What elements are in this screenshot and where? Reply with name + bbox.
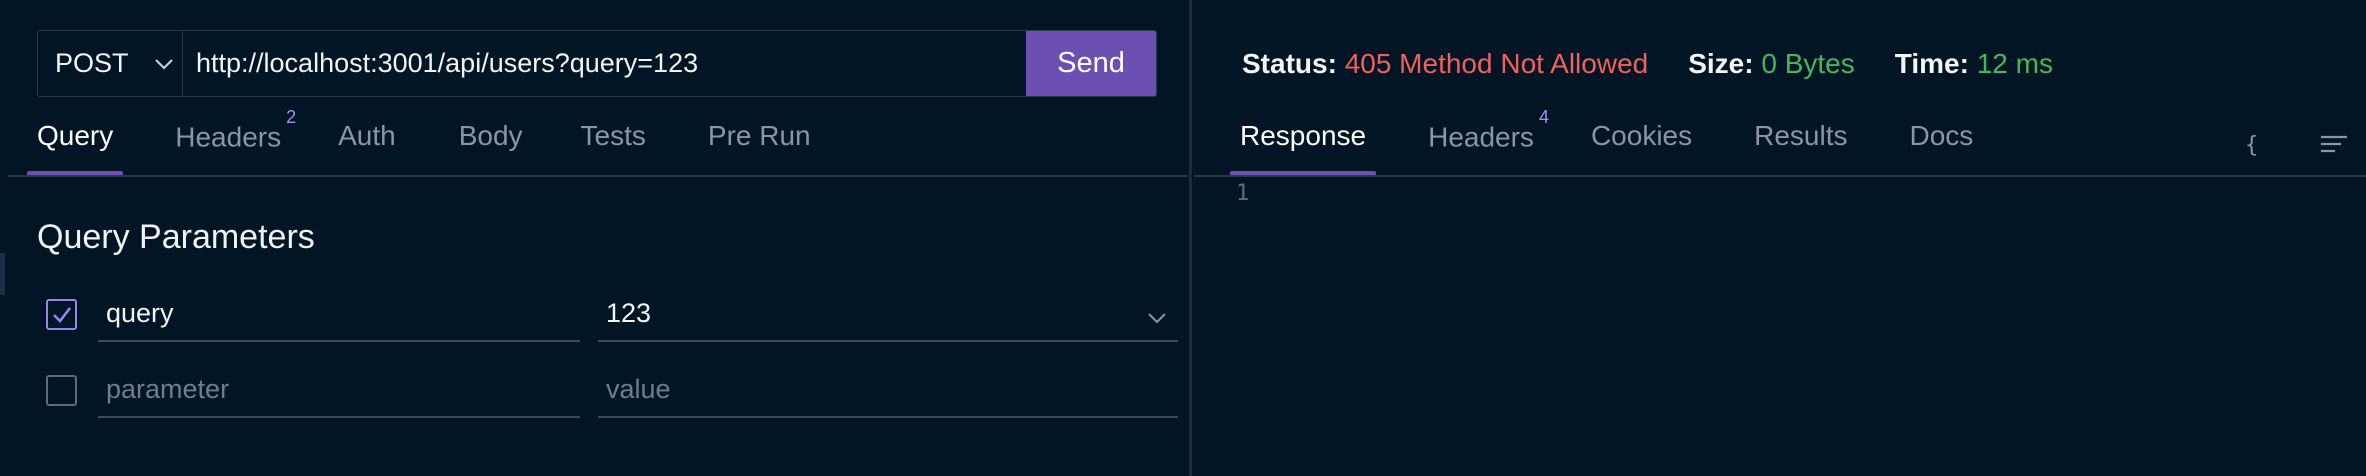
checkmark-icon (52, 306, 71, 323)
size-stat: Size: 0 Bytes (1688, 48, 1855, 80)
param-row-empty: parameter value (46, 363, 1178, 418)
tab-label: Headers (175, 121, 282, 153)
size-value: 0 Bytes (1761, 48, 1855, 79)
param-value-input[interactable]: value (598, 363, 1178, 418)
svg-text:{ }: { } (2245, 133, 2273, 158)
tab-label: Cookies (1590, 120, 1693, 151)
tab-pre-run[interactable]: Pre Run (708, 120, 811, 176)
tab-label: Tests (580, 120, 646, 151)
tab-label: Pre Run (707, 120, 811, 151)
response-tabs: Response Headers4 Cookies Results Docs (1230, 107, 1974, 176)
param-row: query 123 (46, 287, 1178, 342)
api-client-window: POST Send Query Headers2 Auth Body (0, 0, 2366, 476)
response-status-bar: Status: 405 Method Not Allowed Size: 0 B… (1242, 48, 2093, 80)
status-stat: Status: 405 Method Not Allowed (1242, 48, 1648, 80)
time-value: 12 ms (1976, 48, 2053, 79)
section-title: Query Parameters (37, 218, 315, 256)
method-label: POST (55, 48, 129, 78)
time-label: Time: (1894, 48, 1969, 79)
tab-cookies[interactable]: Cookies (1591, 120, 1692, 176)
tab-label: Body (458, 120, 523, 151)
param-enabled-checkbox[interactable] (46, 375, 77, 406)
url-input[interactable] (183, 31, 1026, 96)
tab-label: Headers (1428, 121, 1534, 153)
tab-label: Auth (338, 120, 396, 151)
time-stat: Time: 12 ms (1895, 48, 2053, 80)
tab-headers[interactable]: Headers2 (175, 107, 296, 176)
tab-badge: 4 (1538, 107, 1549, 127)
request-tabs: Query Headers2 Auth Body Tests Pre Run (27, 107, 811, 176)
tab-label: Query (37, 120, 114, 151)
braces-icon[interactable]: { } (2240, 126, 2276, 162)
tab-query[interactable]: Query (27, 120, 124, 176)
tab-badge: 2 (286, 107, 297, 127)
tab-auth[interactable]: Auth (338, 120, 396, 176)
status-label: Status: (1242, 48, 1337, 79)
param-value-input[interactable]: 123 (598, 287, 1178, 342)
status-value: 405 Method Not Allowed (1344, 48, 1649, 79)
tabs-divider (8, 175, 1188, 177)
pane-divider[interactable] (1189, 0, 1192, 476)
param-value-text: 123 (606, 298, 652, 328)
param-key-input[interactable]: query (98, 287, 580, 342)
tab-tests[interactable]: Tests (581, 120, 646, 176)
url-bar: POST Send (37, 30, 1157, 97)
request-pane: POST Send Query Headers2 Auth Body (0, 0, 1189, 476)
tab-results[interactable]: Results (1754, 120, 1847, 176)
tab-label: Results (1754, 120, 1848, 151)
pane-resize-handle[interactable] (0, 253, 5, 295)
send-button[interactable]: Send (1026, 31, 1156, 96)
chevron-down-icon (153, 53, 175, 75)
tab-docs[interactable]: Docs (1910, 120, 1974, 176)
method-select[interactable]: POST (38, 31, 183, 96)
chevron-down-icon[interactable] (1146, 305, 1168, 327)
tab-label: Docs (1909, 120, 1974, 151)
tab-response[interactable]: Response (1230, 120, 1377, 176)
editor-line-number: 1 (1236, 181, 1250, 206)
param-enabled-checkbox[interactable] (46, 299, 77, 330)
menu-lines-icon[interactable] (2316, 126, 2352, 162)
size-label: Size: (1688, 48, 1754, 79)
param-key-input[interactable]: parameter (98, 363, 580, 418)
tabs-divider (1194, 175, 2366, 177)
tab-response-headers[interactable]: Headers4 (1428, 107, 1549, 176)
tab-label: Response (1240, 120, 1367, 151)
tab-body[interactable]: Body (459, 120, 523, 176)
